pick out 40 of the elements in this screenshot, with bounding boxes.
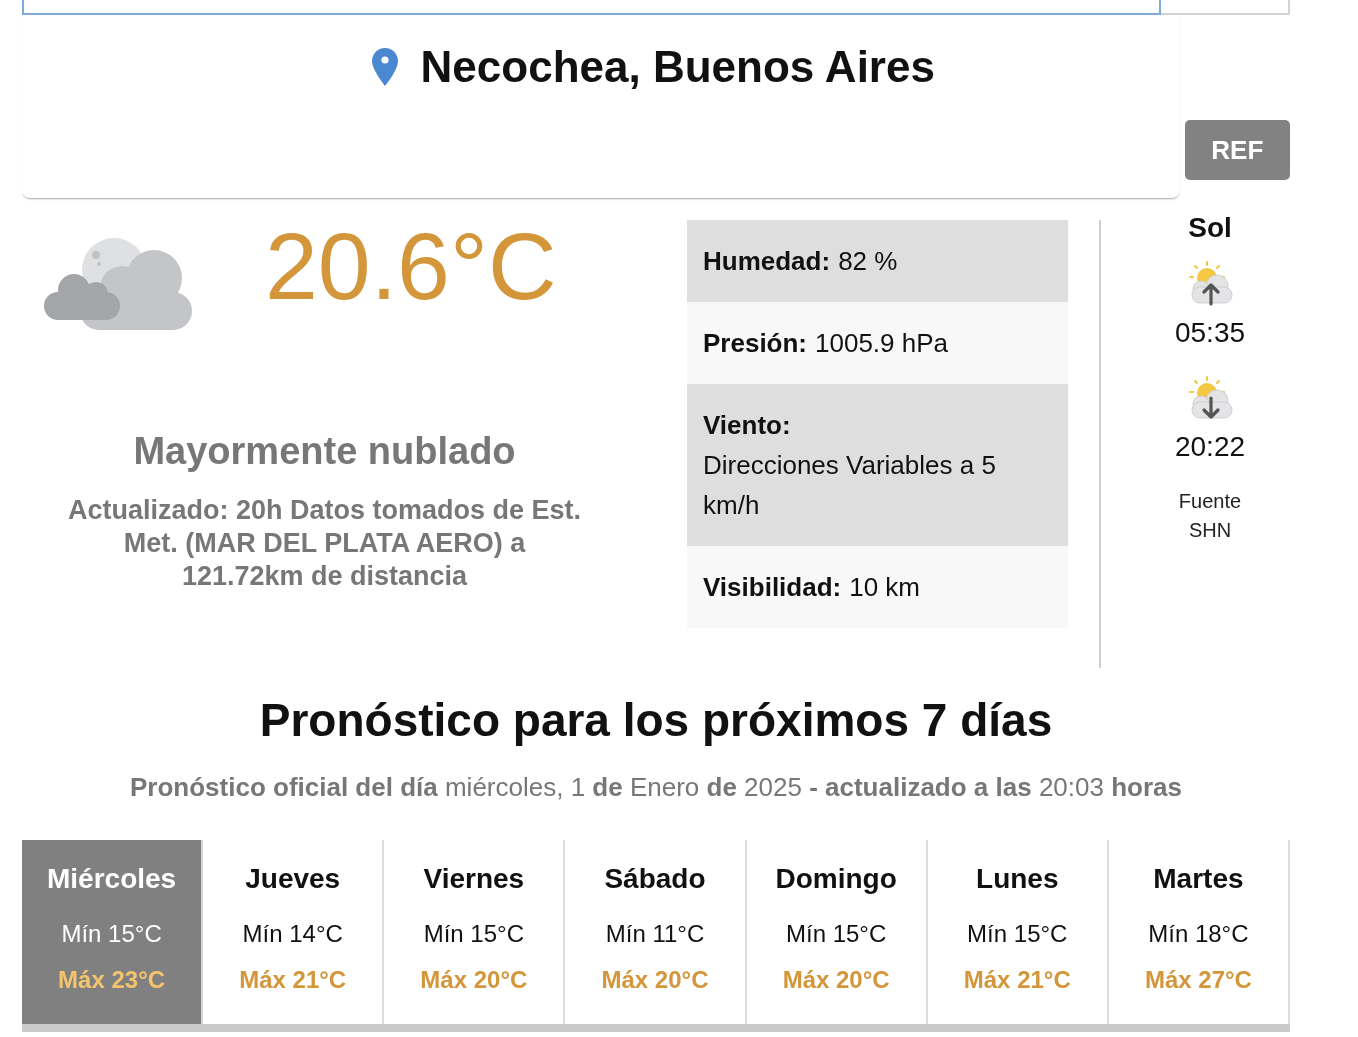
sun-title: Sol [1188,211,1232,245]
day-name: Domingo [775,862,897,896]
day-name: Martes [1153,862,1244,896]
day-tab[interactable]: Miércoles Mín 15°C Máx 23°C [22,840,204,1024]
max-temperature: Máx 20°C [782,965,890,995]
max-temperature: Máx 23°C [58,965,166,995]
min-temperature: Mín 11°C [605,919,705,949]
time-text: 20:22 [1174,430,1246,464]
max-temperature: Máx 27°C [1144,965,1252,995]
forecast-title: Pronóstico para los próximos 7 días [258,693,1054,748]
min-temperature: Mín 15°C [61,919,162,949]
sun-cloud-down-arrow-icon [1187,375,1233,421]
min-temperature: Mín 14°C [242,919,343,949]
forecast-subtitle: Pronóstico oficial del día miércoles, 1 de Enero de 2025 - actualizado a las 20:03 horas [129,771,1183,804]
day-name: Viernes [423,862,525,896]
max-temperature: Máx 20°C [601,965,709,995]
day-name: Lunes [976,862,1059,896]
location-pin-icon [371,48,398,86]
condition-text: Mayormente nublado [132,429,517,474]
updated-text: Actualizado: 20h Datos tomados de Est. Met. (MAR DEL PLATA AERO) a 121.72km de distancia [66,494,583,593]
max-temperature: Máx 21°C [963,965,1071,995]
max-temperature: Máx 20°C [420,965,528,995]
source-text: Fuente SHN [1177,489,1243,543]
min-temperature: Mín 15°C [785,919,887,949]
day-name: Jueves [245,862,341,896]
detail-text: Presión: 1005.9 hPa [703,327,950,360]
ref-button[interactable]: REF [1184,120,1290,180]
day-name: Sábado [604,862,706,896]
min-temperature: Mín 15°C [967,919,1068,949]
location-title: Necochea, Buenos Aires [420,41,935,93]
sun-cloud-up-arrow-icon [1187,260,1233,306]
min-temperature: Mín 15°C [423,919,524,949]
detail-text: Viento: Direcciones Variables a 5 km/h [703,409,997,522]
detail-text: Visibilidad: 10 km [703,571,922,604]
detail-text: Humedad: 82 % [703,245,899,278]
time-text: 05:35 [1174,316,1246,350]
max-temperature: Máx 21°C [239,965,347,995]
min-temperature: Mín 18°C [1148,919,1249,949]
temperature-text: 20.6°C [265,219,557,314]
day-name: Miércoles [47,862,177,896]
